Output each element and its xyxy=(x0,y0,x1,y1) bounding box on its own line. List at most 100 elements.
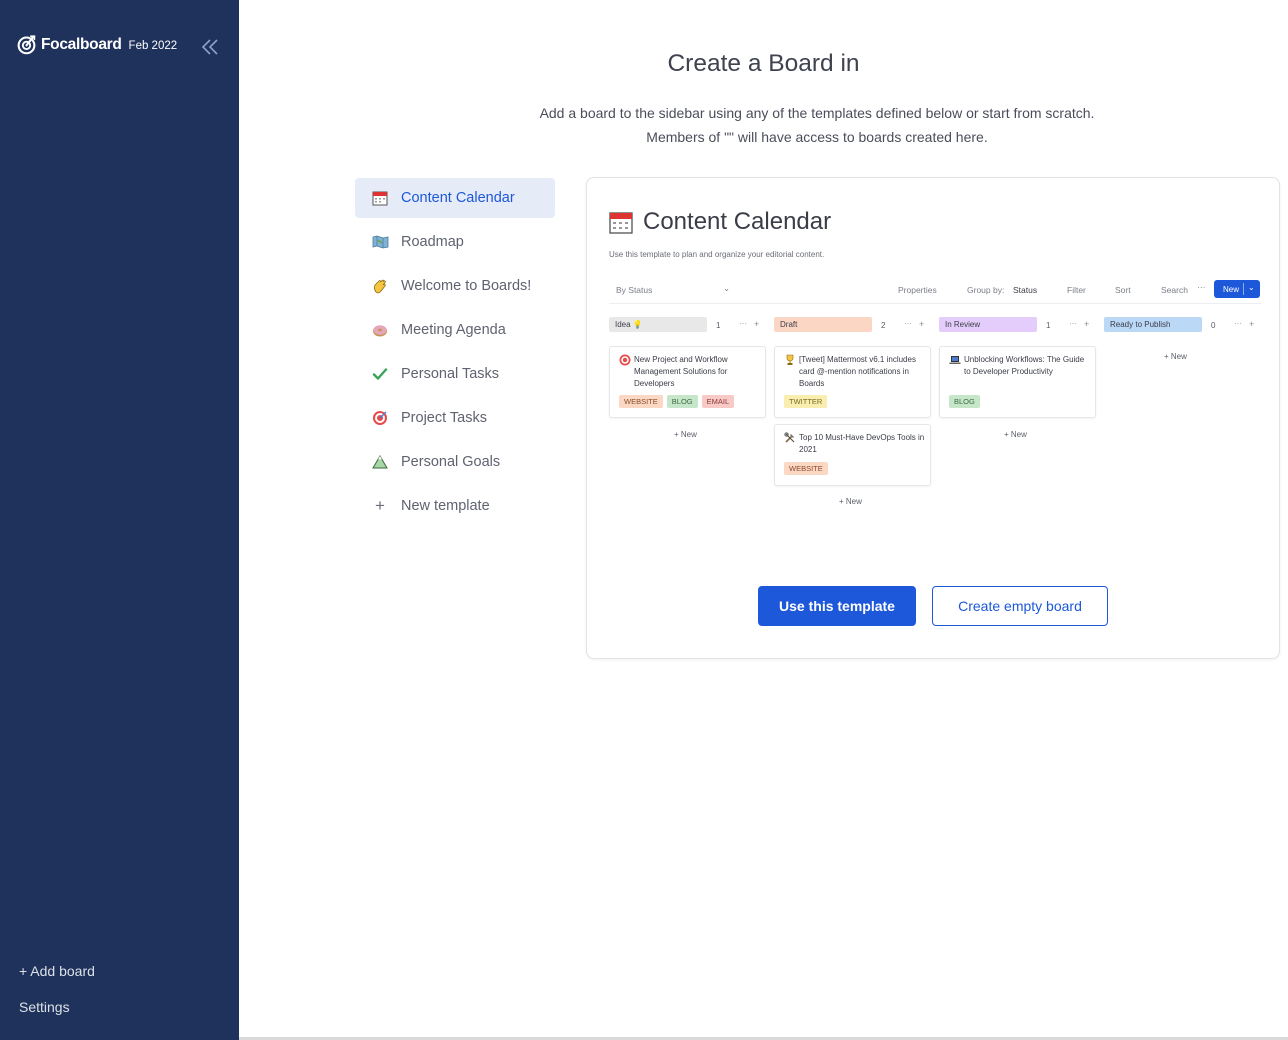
mountain-icon xyxy=(371,453,389,471)
add-card-icon[interactable]: + xyxy=(919,319,924,329)
brand-name: Focalboard xyxy=(41,35,122,53)
focalboard-logo-icon xyxy=(17,35,36,55)
add-card-button[interactable]: + New xyxy=(839,497,862,506)
board-card[interactable]: New Project and Workflow Management Solu… xyxy=(609,346,766,418)
brand-version: Feb 2022 xyxy=(128,39,178,52)
tools-icon xyxy=(784,432,795,443)
board-card[interactable]: Top 10 Must-Have DevOps Tools in 2021 WE… xyxy=(774,424,931,486)
plus-icon: + xyxy=(375,496,385,515)
sidebar: Focalboard Feb 2022 + Add board Settings xyxy=(0,0,239,1037)
template-list: Content Calendar Roadmap Welcome to Boar… xyxy=(355,178,555,530)
board-card[interactable]: [Tweet] Mattermost v6.1 includes card @-… xyxy=(774,346,931,418)
map-icon xyxy=(371,233,389,251)
check-icon xyxy=(371,365,389,383)
template-item-content-calendar[interactable]: Content Calendar xyxy=(355,178,555,218)
template-label: Roadmap xyxy=(401,234,464,250)
template-label: Content Calendar xyxy=(401,190,515,206)
column-header-idea: Idea 💡 1 ··· + xyxy=(609,317,769,332)
template-item-personal-goals[interactable]: Personal Goals xyxy=(355,442,555,482)
column-count: 2 xyxy=(881,321,886,330)
template-item-welcome[interactable]: Welcome to Boards! xyxy=(355,266,555,306)
template-item-personal-tasks[interactable]: Personal Tasks xyxy=(355,354,555,394)
chevron-down-icon: ⌄ xyxy=(723,283,731,293)
target-icon xyxy=(619,354,631,366)
view-selector[interactable]: By Status xyxy=(616,285,652,295)
subtitle-line-2: Members of "" will have access to boards… xyxy=(646,129,988,145)
sort-button[interactable]: Sort xyxy=(1115,285,1131,295)
subtitle-line-1: Add a board to the sidebar using any of … xyxy=(539,105,1095,121)
tag: WEBSITE xyxy=(784,462,828,475)
donut-icon xyxy=(371,321,389,339)
more-icon[interactable]: ··· xyxy=(739,319,747,328)
add-card-button[interactable]: + New xyxy=(1004,430,1027,439)
preview-view-header: By Status ⌄ Properties Group by: Status … xyxy=(609,278,1261,304)
search-button[interactable]: Search xyxy=(1161,285,1188,295)
properties-button[interactable]: Properties xyxy=(898,285,937,295)
more-icon[interactable]: ··· xyxy=(904,319,912,328)
column-label[interactable]: In Review xyxy=(939,317,1037,332)
template-label: Project Tasks xyxy=(401,410,487,426)
preview-description: Use this template to plan and organize y… xyxy=(609,250,825,259)
tag: WEBSITE xyxy=(619,395,663,408)
column-header-draft: Draft 2 ··· + xyxy=(774,317,934,332)
column-count: 1 xyxy=(716,321,721,330)
group-by-value[interactable]: Status xyxy=(1013,285,1037,295)
add-card-icon[interactable]: + xyxy=(754,319,759,329)
card-title: New Project and Workflow Management Solu… xyxy=(634,355,728,388)
add-board-button[interactable]: + Add board xyxy=(19,963,95,979)
create-empty-board-button[interactable]: Create empty board xyxy=(932,586,1108,626)
more-icon[interactable]: ··· xyxy=(1197,282,1206,292)
target-icon xyxy=(371,409,389,427)
collapse-sidebar-icon[interactable] xyxy=(200,37,220,57)
group-by-label[interactable]: Group by: xyxy=(967,285,1004,295)
new-button-label: New xyxy=(1223,285,1240,294)
more-icon[interactable]: ··· xyxy=(1234,319,1242,328)
column-header-in-review: In Review 1 ··· + xyxy=(939,317,1099,332)
template-preview: Content Calendar Use this template to pl… xyxy=(586,177,1280,659)
template-item-roadmap[interactable]: Roadmap xyxy=(355,222,555,262)
column-label[interactable]: Idea 💡 xyxy=(609,317,707,332)
lightbulb-icon: 💡 xyxy=(632,320,643,329)
tag: BLOG xyxy=(666,395,698,408)
column-label[interactable]: Draft xyxy=(774,317,872,332)
tag: BLOG xyxy=(949,395,980,408)
card-title: Top 10 Must-Have DevOps Tools in 2021 xyxy=(799,433,925,454)
card-tags: BLOG xyxy=(949,395,984,408)
card-tags: TWITTER xyxy=(784,395,831,408)
new-card-button[interactable]: New ⌄ xyxy=(1214,280,1260,298)
tag: TWITTER xyxy=(784,395,828,408)
template-label: Meeting Agenda xyxy=(401,322,506,338)
add-card-icon[interactable]: + xyxy=(1249,319,1254,329)
settings-button[interactable]: Settings xyxy=(19,999,70,1015)
template-label: Personal Goals xyxy=(401,454,501,470)
page-title: Create a Board in xyxy=(667,50,860,77)
card-title: [Tweet] Mattermost v6.1 includes card @-… xyxy=(799,355,916,388)
tag: EMAIL xyxy=(701,395,735,408)
add-card-icon[interactable]: + xyxy=(1084,319,1089,329)
template-item-project-tasks[interactable]: Project Tasks xyxy=(355,398,555,438)
add-card-button[interactable]: + New xyxy=(1164,352,1187,361)
more-icon[interactable]: ··· xyxy=(1069,319,1077,328)
template-item-meeting-agenda[interactable]: Meeting Agenda xyxy=(355,310,555,350)
use-template-button[interactable]: Use this template xyxy=(758,586,916,626)
calendar-icon xyxy=(609,212,633,234)
trophy-icon xyxy=(786,354,794,365)
column-label[interactable]: Ready to Publish xyxy=(1104,317,1202,332)
page-subtitle: Add a board to the sidebar using any of … xyxy=(239,101,1288,149)
card-tags: WEBSITE BLOG EMAIL xyxy=(619,395,738,408)
new-template-button[interactable]: + New template xyxy=(355,486,555,526)
preview-title-text: Content Calendar xyxy=(643,208,832,235)
board-card[interactable]: Unblocking Workflows: The Guide to Devel… xyxy=(939,346,1096,418)
chevron-down-icon[interactable]: ⌄ xyxy=(1248,283,1255,292)
add-card-button[interactable]: + New xyxy=(674,430,697,439)
column-count: 1 xyxy=(1046,321,1051,330)
column-header-ready-to-publish: Ready to Publish 0 ··· + xyxy=(1104,317,1264,332)
template-label: New template xyxy=(401,498,490,514)
column-count: 0 xyxy=(1211,321,1216,330)
preview-title: Content Calendar xyxy=(609,208,831,236)
card-title: Unblocking Workflows: The Guide to Devel… xyxy=(964,355,1085,376)
template-label: Welcome to Boards! xyxy=(401,278,532,294)
laptop-icon xyxy=(949,356,961,364)
waving-hand-icon xyxy=(371,277,389,295)
filter-button[interactable]: Filter xyxy=(1067,285,1086,295)
